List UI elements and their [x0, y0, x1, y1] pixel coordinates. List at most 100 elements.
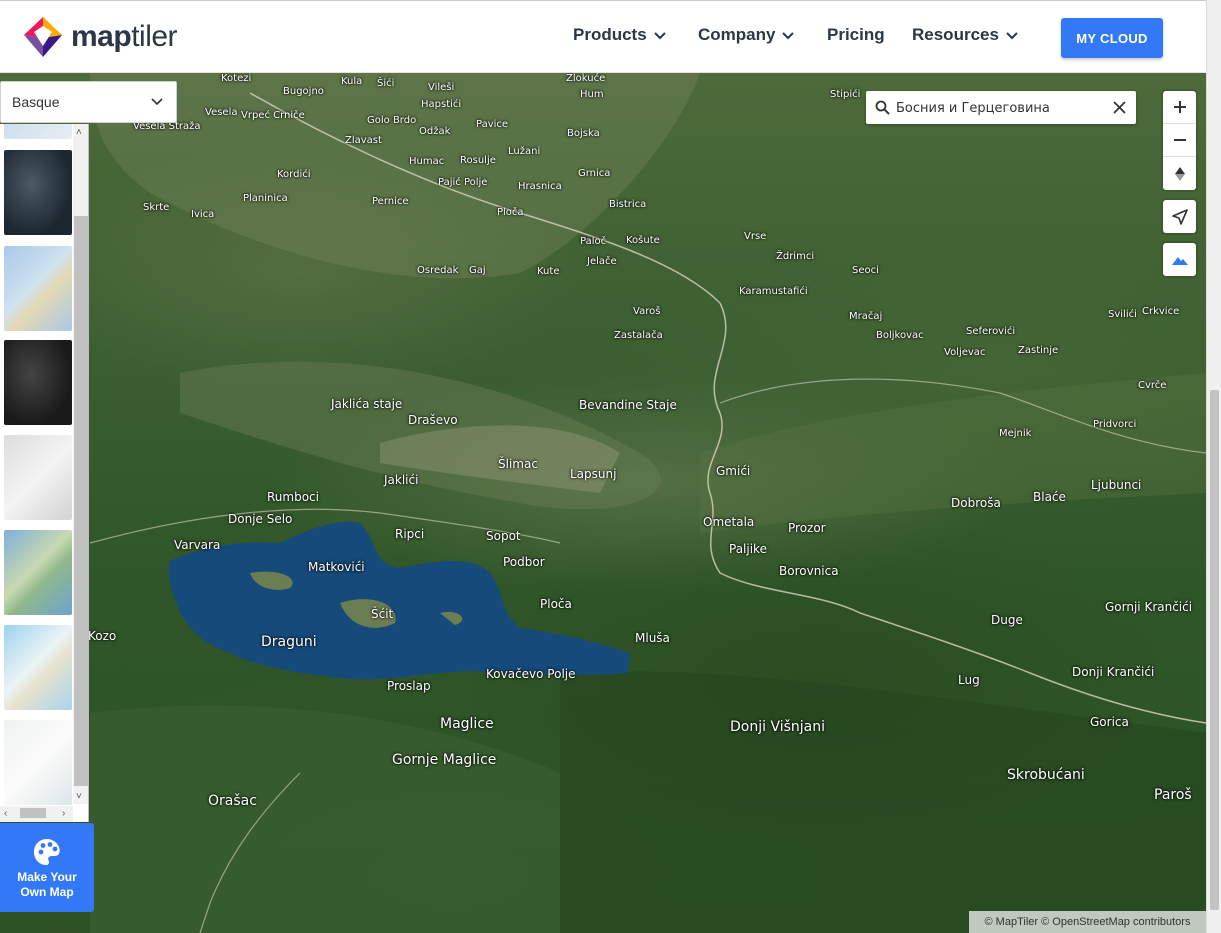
nav-resources[interactable]: Resources	[912, 25, 1019, 45]
nav-company[interactable]: Company	[698, 25, 795, 45]
scroll-down-icon[interactable]: ˅	[76, 792, 82, 802]
thumbnails-horizontal-scrollbar[interactable]: ‹ ›	[0, 806, 73, 822]
close-icon[interactable]	[1112, 100, 1127, 115]
place-label: Kozo	[88, 629, 117, 643]
search-input[interactable]	[896, 96, 1101, 120]
place-label: Donje Selo	[228, 512, 293, 526]
place-label: Skrobućani	[1007, 767, 1085, 783]
make-map-label: Make Your Own Map	[17, 870, 77, 899]
place-label: Zastalača	[614, 330, 663, 341]
place-label: Ljubunci	[1091, 478, 1142, 492]
geolocate-icon	[1171, 208, 1188, 225]
navigation-controls	[1163, 91, 1196, 190]
place-label: Bugojno	[283, 86, 324, 97]
place-label: Ploča	[540, 597, 572, 611]
map-style-thumbnail[interactable]	[4, 124, 72, 139]
place-label: Cvrče	[1138, 380, 1167, 391]
thumbnails-vertical-scrollbar[interactable]: ˄ ˅	[73, 124, 88, 804]
chevron-down-icon	[653, 32, 666, 40]
place-label: Lužani	[508, 146, 541, 157]
page-scrollbar-thumb[interactable]	[1210, 390, 1219, 910]
place-label: Vesela	[205, 107, 238, 118]
place-label: Ometala	[703, 515, 755, 529]
geolocate-button[interactable]	[1163, 200, 1196, 233]
place-label: Planinica	[243, 193, 288, 204]
place-label: Lapsunj	[570, 467, 617, 481]
maptiler-logo[interactable]: maptiler	[24, 17, 189, 59]
place-label: Varoš	[633, 306, 661, 317]
place-label: Jaklići	[384, 473, 419, 487]
nav-products-label: Products	[573, 25, 647, 44]
chevron-down-icon	[1006, 32, 1018, 40]
my-cloud-button[interactable]: MY CLOUD	[1061, 18, 1163, 58]
place-label: Lug	[958, 673, 980, 687]
map-style-thumbnail[interactable]	[4, 720, 72, 805]
place-label: Bojska	[567, 128, 600, 139]
compass-button[interactable]	[1163, 157, 1196, 190]
place-label: Blaće	[1033, 490, 1066, 504]
map-attribution[interactable]: © MapTiler © OpenStreetMap contributors	[969, 911, 1206, 933]
scroll-right-icon[interactable]: ›	[62, 809, 65, 819]
terrain-control	[1163, 243, 1196, 276]
place-label: Pridvorci	[1093, 419, 1137, 430]
place-label: Kovačevo Polje	[486, 667, 576, 681]
make-your-own-map-button[interactable]: Make Your Own Map	[0, 823, 94, 912]
place-label: Ripci	[395, 527, 425, 541]
scroll-up-icon[interactable]: ˄	[76, 128, 82, 138]
place-label: Hapstići	[421, 99, 462, 110]
palette-icon	[34, 839, 60, 865]
place-label: Seoci	[852, 265, 879, 276]
place-label: Ždrimci	[776, 251, 815, 262]
place-label: Crkvice	[1142, 306, 1180, 317]
place-label: Gmići	[716, 464, 751, 478]
place-label: Paljike	[729, 542, 767, 556]
logo-text: maptiler	[71, 20, 178, 53]
zoom-in-icon	[1173, 101, 1186, 113]
place-label: Paloč	[580, 236, 607, 247]
map-style-thumbnails: ˄ ˅ ‹ ›	[0, 124, 89, 822]
map-style-thumbnail[interactable]	[4, 625, 72, 710]
satellite-map[interactable]: Kotezi Bugojno Kula Šići Vileši Zlokuće …	[0, 73, 1206, 933]
terrain-layer	[89, 73, 1206, 933]
place-label: Kordići	[277, 169, 311, 180]
place-label: Varvara	[174, 538, 221, 552]
place-label: Zlokuće	[566, 73, 606, 84]
map-style-thumbnail[interactable]	[4, 150, 72, 235]
thumbnails-scrollbar-thumb[interactable]	[74, 216, 88, 786]
place-label: Dobroša	[951, 496, 1001, 510]
page-scrollbar[interactable]	[1206, 0, 1221, 933]
place-label: Šćit	[371, 607, 394, 621]
place-label: Odžak	[419, 126, 451, 137]
zoom-out-button[interactable]	[1163, 124, 1196, 157]
zoom-in-button[interactable]	[1163, 91, 1196, 124]
geolocate-control	[1163, 200, 1196, 233]
place-label: Ploča	[497, 207, 524, 218]
map-style-select[interactable]: Basque	[0, 81, 177, 123]
place-label: Rumboci	[267, 490, 319, 504]
place-label: Gornje Maglice	[392, 752, 497, 768]
nav-pricing[interactable]: Pricing	[827, 25, 885, 45]
map-style-thumbnail[interactable]	[4, 246, 72, 331]
place-label: Pernice	[372, 196, 409, 207]
place-label: Mejnik	[999, 428, 1032, 439]
thumbnails-hscroll-thumb[interactable]	[20, 808, 46, 818]
place-label: Humac	[409, 156, 445, 167]
geocoding-search	[866, 91, 1136, 124]
place-label: Svilići	[1108, 309, 1137, 320]
map-style-thumbnail[interactable]	[4, 435, 72, 520]
nav-pricing-label: Pricing	[827, 25, 885, 44]
map-style-selected: Basque	[12, 94, 60, 110]
chevron-down-icon	[151, 98, 163, 106]
place-label: Prozor	[788, 521, 826, 535]
map-style-thumbnail[interactable]	[4, 530, 72, 615]
place-label: Draguni	[261, 634, 317, 650]
scroll-left-icon[interactable]: ‹	[4, 809, 7, 819]
terrain-button[interactable]	[1163, 243, 1196, 276]
maptiler-logo-icon	[24, 17, 62, 57]
place-label: Golo Brdo	[367, 115, 417, 126]
map-style-thumbnail[interactable]	[4, 340, 72, 425]
place-label: Šići	[377, 78, 395, 89]
nav-products[interactable]: Products	[573, 25, 667, 45]
place-label: Hum	[580, 89, 604, 100]
place-label: Borovnica	[779, 564, 839, 578]
